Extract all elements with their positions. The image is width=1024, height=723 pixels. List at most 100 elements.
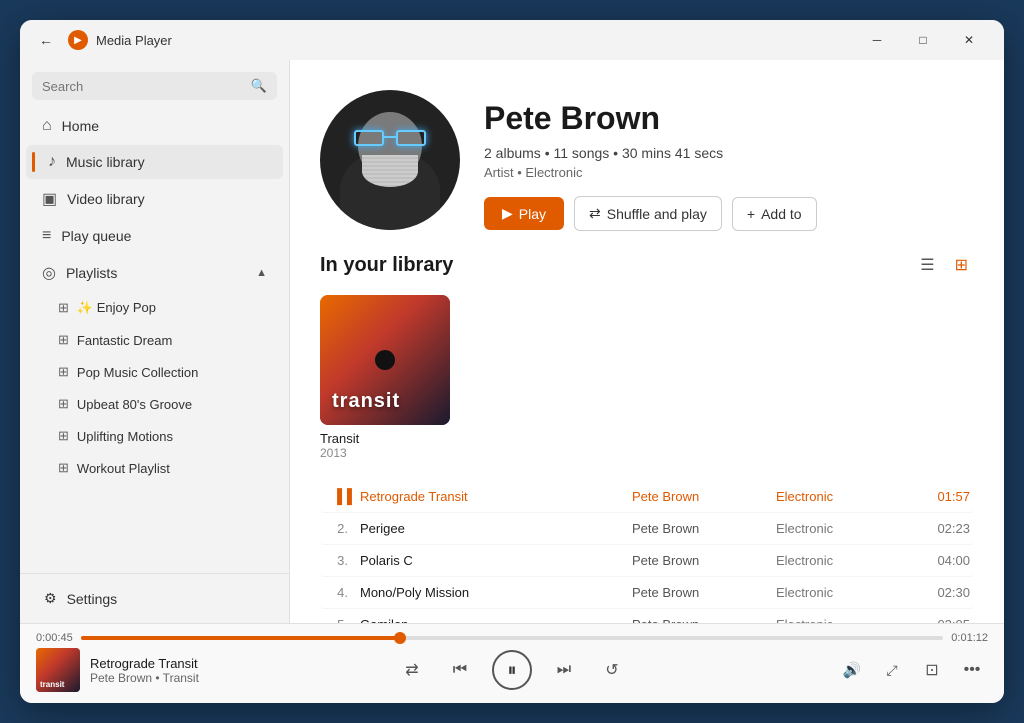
playlist-item-workout[interactable]: ⊞ Workout Playlist: [26, 453, 283, 483]
playlist-icon-1: ⊞: [58, 332, 69, 348]
now-playing-title: Retrograde Transit: [90, 656, 236, 671]
settings-item[interactable]: ⚙ Settings: [28, 582, 281, 615]
play-button[interactable]: ▶ Play: [484, 197, 564, 230]
track-artist-1: Pete Brown: [632, 521, 776, 536]
now-playing-icon: ▐▐: [324, 488, 360, 504]
shuffle-ctrl-button[interactable]: ⇄: [396, 654, 428, 686]
track-duration-1: 02:23: [920, 521, 970, 536]
grid-view-button[interactable]: ⊞: [949, 251, 974, 279]
sidebar-bottom: ⚙ Settings: [20, 573, 289, 623]
video-icon: ▣: [42, 189, 57, 209]
playlist-icon-2: ⊞: [58, 364, 69, 380]
music-icon: ♪: [48, 153, 56, 171]
maximize-button[interactable]: □: [900, 24, 946, 56]
app-window: ← ▶ Media Player ─ □ ✕ 🔍 ⌂ Home ♪ Mu: [20, 20, 1004, 703]
track-genre-0: Electronic: [776, 489, 920, 504]
library-header: In your library ☰ ⊞: [320, 251, 974, 279]
pause-button[interactable]: ⏸: [492, 650, 532, 690]
table-row[interactable]: 5. Gamilon Pete Brown Electronic 02:05: [320, 609, 974, 623]
add-icon: +: [747, 206, 755, 222]
table-row[interactable]: 2. Perigee Pete Brown Electronic 02:23: [320, 513, 974, 545]
more-options-button[interactable]: •••: [956, 654, 988, 686]
now-playing: transit Retrograde Transit Pete Brown • …: [36, 648, 236, 692]
search-input[interactable]: [42, 79, 245, 94]
album-year: 2013: [320, 446, 450, 460]
player-controls-row: transit Retrograde Transit Pete Brown • …: [36, 644, 988, 696]
playlist-icon-5: ⊞: [58, 460, 69, 476]
playlist-item-uplifting-motions[interactable]: ⊞ Uplifting Motions: [26, 421, 283, 451]
progress-fill: [81, 636, 400, 640]
track-genre-1: Electronic: [776, 521, 920, 536]
table-row[interactable]: 3. Polaris C Pete Brown Electronic 04:00: [320, 545, 974, 577]
sidebar-item-music-library[interactable]: ♪ Music library: [26, 145, 283, 179]
expand-button[interactable]: ⤢: [876, 654, 908, 686]
sidebar-item-video-library[interactable]: ▣ Video library: [26, 181, 283, 217]
content-area: 🔍 ⌂ Home ♪ Music library ▣ Video library…: [20, 60, 1004, 623]
add-to-button[interactable]: + Add to: [732, 197, 817, 231]
list-view-button[interactable]: ☰: [914, 251, 940, 279]
playlist-label-0: ✨ Enjoy Pop: [77, 300, 156, 316]
sidebar-item-play-queue[interactable]: ≡ Play queue: [26, 219, 283, 253]
volume-button[interactable]: 🔊: [836, 654, 868, 686]
sidebar-item-video-label: Video library: [67, 191, 145, 207]
playlist-label-1: Fantastic Dream: [77, 333, 172, 348]
track-duration-3: 02:30: [920, 585, 970, 600]
shuffle-button[interactable]: ⇄ Shuffle and play: [574, 196, 722, 231]
minimize-button[interactable]: ─: [854, 24, 900, 56]
back-button[interactable]: ←: [32, 26, 60, 54]
album-cover: transit: [320, 295, 450, 425]
titlebar-left: ← ▶ Media Player: [32, 26, 172, 54]
playlist-label-3: Upbeat 80's Groove: [77, 397, 192, 412]
track-list: ▐▐ Retrograde Transit Pete Brown Electro…: [320, 480, 974, 623]
sidebar-item-queue-label: Play queue: [61, 228, 131, 244]
playlists-header[interactable]: ◎ Playlists ▲: [26, 255, 283, 291]
player-bar: 0:00:45 0:01:12 transit Retrograde Trans…: [20, 623, 1004, 703]
table-row[interactable]: 4. Mono/Poly Mission Pete Brown Electron…: [320, 577, 974, 609]
avatar: [320, 90, 460, 230]
titlebar-controls: ─ □ ✕: [854, 24, 992, 56]
shuffle-icon: ⇄: [589, 205, 601, 222]
playlist-icon-4: ⊞: [58, 428, 69, 444]
artist-genre: Artist • Electronic: [484, 165, 974, 180]
playlist-item-enjoy-pop[interactable]: ⊞ ✨ Enjoy Pop: [26, 293, 283, 323]
prev-button[interactable]: ⏮: [444, 654, 476, 686]
time-elapsed: 0:00:45: [36, 632, 73, 644]
table-row[interactable]: ▐▐ Retrograde Transit Pete Brown Electro…: [320, 480, 974, 513]
next-button[interactable]: ⏭: [548, 654, 580, 686]
track-artist-0: Pete Brown: [632, 489, 776, 504]
playlist-item-pop-music[interactable]: ⊞ Pop Music Collection: [26, 357, 283, 387]
search-box[interactable]: 🔍: [32, 72, 277, 100]
repeat-button[interactable]: ↺: [596, 654, 628, 686]
library-section: In your library ☰ ⊞ transit Transit: [290, 251, 1004, 623]
artist-info: Pete Brown 2 albums • 11 songs • 30 mins…: [484, 90, 974, 231]
playlist-label-2: Pop Music Collection: [77, 365, 198, 380]
track-genre-2: Electronic: [776, 553, 920, 568]
active-indicator: [32, 152, 35, 172]
album-cover-text: transit: [332, 390, 400, 413]
progress-thumb[interactable]: [394, 632, 406, 644]
close-button[interactable]: ✕: [946, 24, 992, 56]
sidebar-item-home[interactable]: ⌂ Home: [26, 109, 283, 143]
sidebar-item-home-label: Home: [62, 118, 99, 134]
settings-icon: ⚙: [44, 590, 57, 607]
cast-button[interactable]: ⊡: [916, 654, 948, 686]
artist-name: Pete Brown: [484, 100, 974, 137]
playlist-item-upbeat-80s[interactable]: ⊞ Upbeat 80's Groove: [26, 389, 283, 419]
track-artist-2: Pete Brown: [632, 553, 776, 568]
view-controls: ☰ ⊞: [914, 251, 974, 279]
time-remaining: 0:01:12: [951, 632, 988, 644]
playlist-item-fantastic-dream[interactable]: ⊞ Fantastic Dream: [26, 325, 283, 355]
progress-bar[interactable]: [81, 636, 944, 640]
app-icon: ▶: [68, 30, 88, 50]
queue-icon: ≡: [42, 227, 51, 245]
play-icon: ▶: [502, 205, 513, 222]
track-artist-3: Pete Brown: [632, 585, 776, 600]
album-card[interactable]: transit Transit 2013: [320, 295, 450, 460]
track-name-1: Perigee: [360, 521, 632, 536]
now-playing-info: Retrograde Transit Pete Brown • Transit: [90, 656, 236, 685]
track-name-0: Retrograde Transit: [360, 489, 632, 504]
track-name-3: Mono/Poly Mission: [360, 585, 632, 600]
artist-meta: 2 albums • 11 songs • 30 mins 41 secs: [484, 145, 974, 161]
artist-actions: ▶ Play ⇄ Shuffle and play + Add to: [484, 196, 974, 231]
artist-header: Pete Brown 2 albums • 11 songs • 30 mins…: [290, 60, 1004, 251]
